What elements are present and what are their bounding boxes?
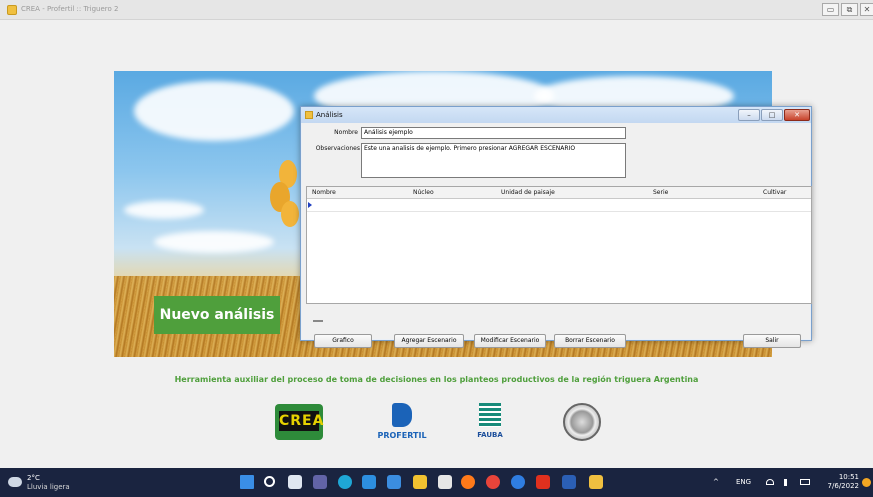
app-icon [7, 5, 17, 15]
app-titlebar: CREA - Profertil :: Triguero 2 ▭ ⧉ ✕ [0, 0, 873, 20]
store-icon[interactable] [362, 475, 376, 489]
escenarios-grid[interactable]: Nombre Núcleo Unidad de paisaje Serie Cu… [306, 186, 812, 304]
app-restore-button[interactable]: ⧉ [841, 3, 858, 16]
chat-icon[interactable] [313, 475, 327, 489]
task-view-icon[interactable] [288, 475, 302, 489]
col-nucleo[interactable]: Núcleo [413, 189, 434, 196]
profertil-logo-text: PROFERTIL [377, 431, 427, 440]
app-close-button[interactable]: ✕ [860, 3, 873, 16]
tagline: Herramienta auxiliar del proceso de toma… [174, 375, 699, 384]
observaciones-textarea[interactable]: Este una analisis de ejemplo. Primero pr… [361, 143, 626, 178]
windows-icon[interactable] [240, 475, 254, 489]
observaciones-label: Observaciones [315, 145, 360, 152]
help-icon[interactable] [511, 475, 525, 489]
nuevo-analisis-button[interactable]: Nuevo análisis [154, 296, 280, 334]
dialog-title: Análisis [316, 111, 343, 119]
current-row-indicator-icon [308, 202, 312, 208]
profertil-mark-icon [392, 403, 412, 427]
dialog-titlebar[interactable]: Análisis – □ ✕ [301, 107, 811, 123]
notification-badge-icon[interactable] [862, 478, 871, 487]
fauba-logo: FAUBA [472, 403, 508, 443]
language-indicator[interactable]: ENG [736, 478, 751, 486]
app-minimize-button[interactable]: ▭ [822, 3, 839, 16]
weather-temperature[interactable]: 2°C [27, 474, 40, 482]
clock-date[interactable]: 7/6/2022 [822, 482, 859, 490]
weather-cloud-icon[interactable] [8, 477, 22, 487]
grid-scroll-handle[interactable] [313, 320, 323, 322]
wifi-icon[interactable] [766, 479, 774, 485]
dialog-maximize-button[interactable]: □ [761, 109, 783, 121]
wheat-logo-icon [270, 160, 299, 227]
dialog-client-area: Nombre Análisis ejemplo Observaciones Es… [302, 123, 812, 348]
dialog-app-icon [305, 111, 313, 119]
taskbar: 2°C Lluvia ligera ^ ENG 10:51 7/6/2022 [0, 468, 873, 497]
salir-button[interactable]: Salir [743, 334, 801, 348]
search-icon[interactable] [264, 476, 275, 487]
nombre-label: Nombre [334, 129, 358, 136]
edge-icon[interactable] [338, 475, 352, 489]
grid-header: Nombre Núcleo Unidad de paisaje Serie Cu… [307, 187, 811, 199]
col-nombre[interactable]: Nombre [312, 189, 336, 196]
explorer-icon[interactable] [413, 475, 427, 489]
dialog-close-button[interactable]: ✕ [784, 109, 810, 121]
volume-icon[interactable] [784, 479, 791, 486]
clock-time[interactable]: 10:51 [835, 473, 859, 481]
word-icon[interactable] [562, 475, 576, 489]
tray-overflow-chevron-icon[interactable]: ^ [713, 478, 719, 486]
crea-app-icon[interactable] [589, 475, 603, 489]
weather-description[interactable]: Lluvia ligera [27, 483, 70, 491]
fauba-logo-text: FAUBA [477, 431, 503, 439]
grafico-button[interactable]: Grafico [314, 334, 372, 348]
col-cultivar[interactable]: Cultivar [763, 189, 786, 196]
analisis-dialog: Análisis – □ ✕ Nombre Análisis ejemplo O… [300, 106, 812, 348]
modificar-escenario-button[interactable]: Modificar Escenario [474, 334, 546, 348]
chrome-icon[interactable] [486, 475, 500, 489]
nombre-input[interactable]: Análisis ejemplo [361, 127, 626, 139]
mail-icon[interactable] [387, 475, 401, 489]
university-seal-icon [563, 403, 601, 441]
firefox-icon[interactable] [461, 475, 475, 489]
fauba-mark-icon [479, 403, 501, 427]
col-unidad-paisaje[interactable]: Unidad de paisaje [501, 189, 555, 196]
agregar-escenario-button[interactable]: Agregar Escenario [394, 334, 464, 348]
app-title: CREA - Profertil :: Triguero 2 [21, 5, 119, 13]
dialog-minimize-button[interactable]: – [738, 109, 760, 121]
app-icon[interactable] [438, 475, 452, 489]
grid-new-row[interactable] [307, 211, 811, 212]
crea-logo: CREA [275, 404, 323, 440]
acrobat-icon[interactable] [536, 475, 550, 489]
col-serie[interactable]: Serie [653, 189, 668, 196]
borrar-escenario-button[interactable]: Borrar Escenario [554, 334, 626, 348]
profertil-logo: PROFERTIL [372, 403, 432, 443]
crea-logo-text: CREA [279, 411, 325, 431]
battery-icon[interactable] [800, 479, 810, 485]
